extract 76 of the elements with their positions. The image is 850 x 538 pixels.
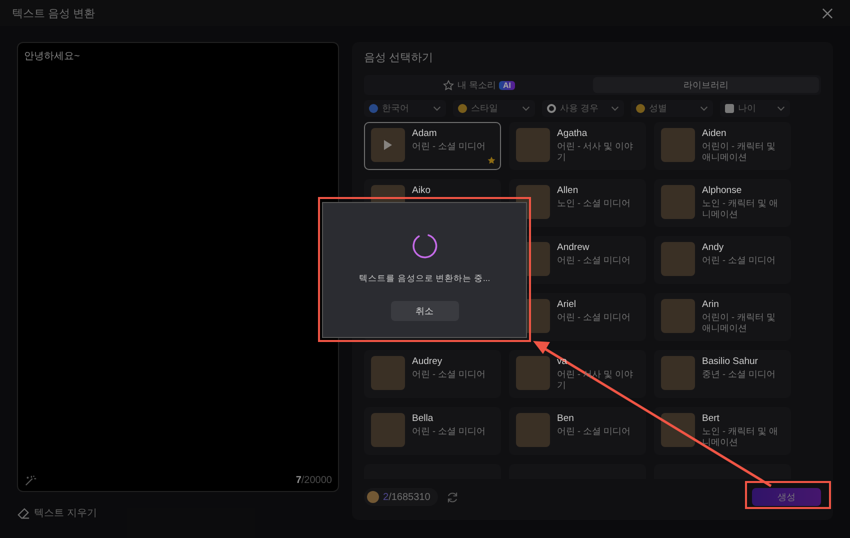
eraser-icon	[17, 506, 30, 520]
voice-description: 어린 - 소셜 미디어	[557, 312, 630, 323]
avatar-photo-placeholder	[661, 299, 695, 333]
voice-name: Allen	[557, 185, 580, 196]
voice-card[interactable]: Bella 어린 - 소셜 미디어	[364, 407, 501, 455]
window-title: 텍스트 음성 변환	[12, 6, 96, 20]
voice-card[interactable]: Allen 노인 - 소셜 미디어	[509, 179, 646, 227]
voice-description: 어린 - 소셜 미디어	[702, 255, 776, 266]
voice-name: Andrew	[557, 242, 590, 253]
tab[interactable]: 내 목소리 AI	[366, 77, 592, 93]
character-count: 7/20000	[296, 475, 332, 486]
credits-count: 2/1685310	[383, 492, 430, 502]
voice-name: Bert	[702, 413, 720, 424]
voice-description: 어린이 - 캐릭터 및 애니메이션	[702, 141, 776, 163]
voice-name: Ben	[557, 413, 575, 424]
avatar-photo-placeholder	[516, 128, 550, 162]
voice-description: 노인 - 캐릭터 및 애니메이션	[702, 198, 779, 220]
voice-name: Aiko	[412, 185, 430, 196]
chevron-down-icon	[522, 106, 530, 111]
voice-card[interactable]: Basilio Sahur 중년 - 소셜 미디어	[654, 350, 791, 398]
voice-card[interactable]: Ben 어린 - 소셜 미디어	[509, 407, 646, 455]
voice-description: 어린 - 소셜 미디어	[412, 141, 486, 152]
panel-title: 음성 선택하기	[364, 51, 434, 65]
voice-name: Basilio Sahur	[702, 356, 759, 367]
star-icon	[443, 80, 454, 90]
voice-description: 노인 - 캐릭터 및 애니메이션	[702, 426, 779, 448]
voice-card[interactable]: Aiden 어린이 - 캐릭터 및 애니메이션	[654, 122, 791, 170]
refresh-icon[interactable]	[446, 490, 460, 504]
voice-description: 어린 - 소셜 미디어	[412, 426, 486, 437]
avatar-photo-placeholder	[371, 356, 405, 390]
avatar-photo-placeholder	[661, 356, 695, 390]
voice-description: 어린 - 소셜 미디어	[557, 426, 630, 437]
voice-name: Alphonse	[702, 185, 743, 196]
voice-description: 어린 - 서사 및 이야기	[557, 141, 634, 163]
tab[interactable]: 라이브러리	[592, 77, 819, 93]
globe-icon	[369, 104, 378, 113]
voice-card[interactable]: Andy 어린 - 소셜 미디어	[654, 236, 791, 284]
voice-name: Audrey	[412, 356, 444, 367]
voice-card[interactable]: Adam 어린 - 소셜 미디어	[364, 122, 501, 170]
voice-name: Adam	[412, 128, 438, 139]
voice-card[interactable]: Arin 어린이 - 캐릭터 및 애니메이션	[654, 293, 791, 341]
voice-name: Bella	[412, 413, 434, 424]
chevron-down-icon	[611, 106, 619, 111]
voice-description: 중년 - 소셜 미디어	[702, 369, 776, 380]
text-input-value: 안녕하세요~	[24, 50, 81, 64]
close-icon[interactable]	[822, 8, 833, 18]
voice-description: 어린 - 소셜 미디어	[557, 255, 630, 266]
chevron-down-icon	[777, 106, 785, 111]
voice-card[interactable]: Audrey 어린 - 소셜 미디어	[364, 350, 501, 398]
avatar-photo-placeholder	[661, 413, 695, 447]
voice-name: Andy	[702, 242, 725, 253]
coin-icon	[367, 491, 379, 503]
magic-wand-icon[interactable]	[24, 474, 37, 487]
loading-spinner-icon	[410, 232, 438, 260]
avatar-photo-placeholder	[516, 356, 550, 390]
avatar-photo-placeholder	[661, 242, 695, 276]
play-icon[interactable]	[383, 139, 393, 151]
avatar-photo-placeholder	[661, 128, 695, 162]
voice-card[interactable]: Bert 노인 - 캐릭터 및 애니메이션	[654, 407, 791, 455]
voice-description: 어린이 - 캐릭터 및 애니메이션	[702, 312, 776, 334]
cancel-button[interactable]: 취소	[390, 301, 458, 321]
chevron-down-icon	[433, 106, 441, 111]
voice-name: Ariel	[557, 299, 578, 310]
voice-card[interactable]: Agatha 어린 - 서사 및 이야기	[509, 122, 646, 170]
text-input-field[interactable]: 안녕하세요~ 7/20000	[17, 42, 339, 492]
voice-name: Arin	[702, 299, 720, 310]
avatar-photo-placeholder	[661, 185, 695, 219]
avatar-photo-placeholder	[371, 413, 405, 447]
voice-name: Aiden	[702, 128, 728, 139]
voice-card[interactable]: Alphonse 노인 - 캐릭터 및 애니메이션	[654, 179, 791, 227]
voice-name: Agatha	[557, 128, 588, 139]
progress-message: 텍스트를 음성으로 변환하는 중...	[358, 273, 490, 285]
chevron-down-icon	[700, 106, 708, 111]
voice-description: 어린 - 소셜 미디어	[412, 369, 486, 380]
avatar-photo-placeholder	[516, 413, 550, 447]
voice-description: 노인 - 소셜 미디어	[557, 198, 630, 209]
